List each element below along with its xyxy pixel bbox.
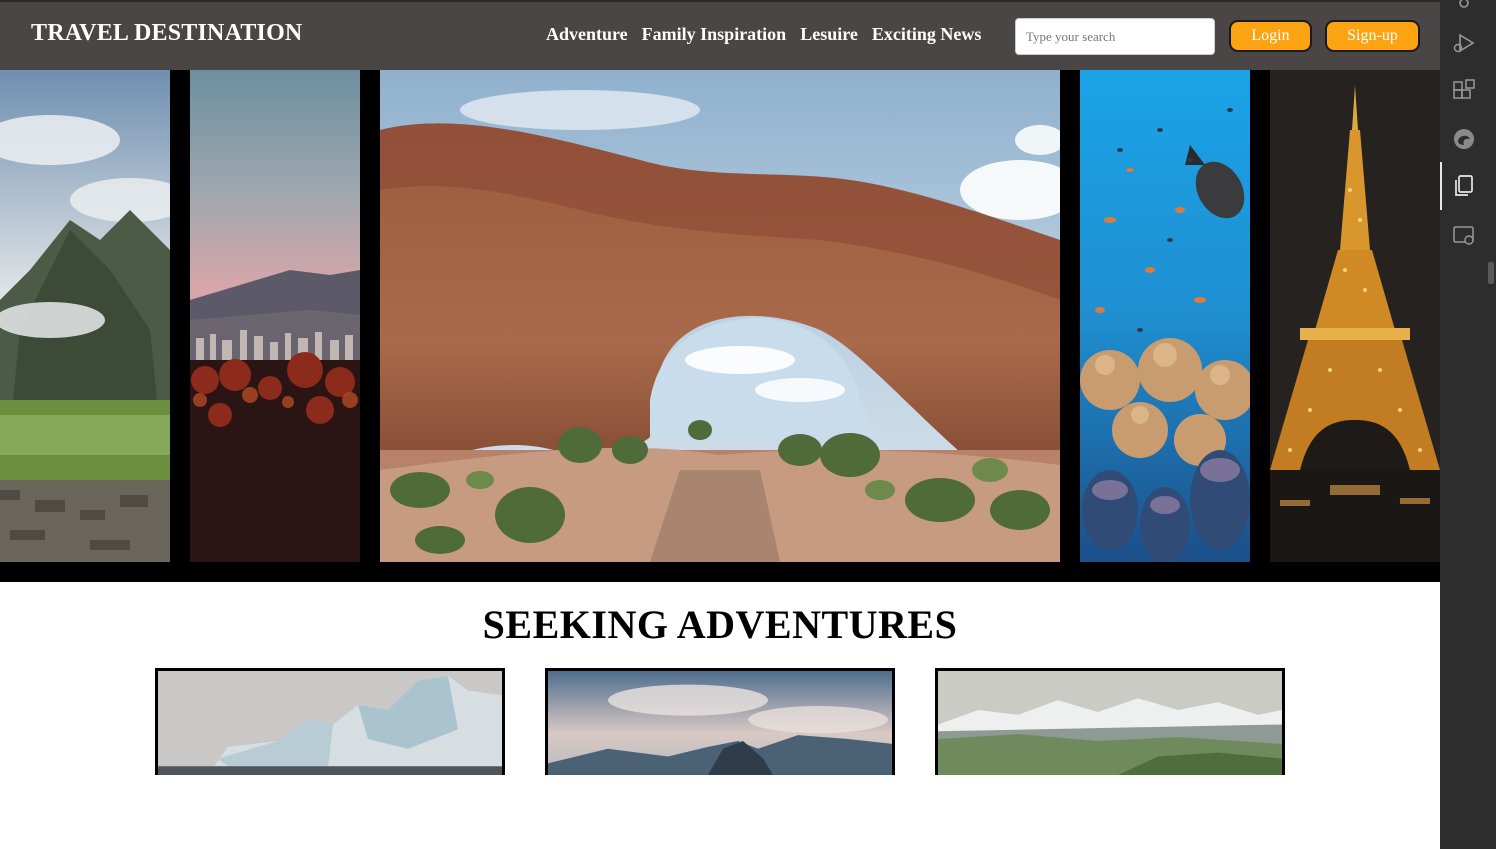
slide-city-sunset[interactable] — [190, 70, 360, 562]
top-navbar: TRAVEL DESTINATION Adventure Family Insp… — [0, 0, 1440, 70]
snowy-range-image — [938, 671, 1282, 775]
remote-window-icon[interactable] — [1451, 222, 1477, 248]
brand-title[interactable]: TRAVEL DESTINATION — [31, 20, 302, 47]
slide-rock-arch[interactable] — [380, 70, 1060, 562]
run-debug-icon[interactable] — [1451, 30, 1477, 56]
mountain-peak-image — [548, 671, 892, 775]
adventure-card-snowy-range[interactable] — [935, 668, 1285, 775]
side-panel-scrollbar[interactable] — [1488, 262, 1494, 284]
city-sunset-image — [190, 70, 360, 562]
settings-icon[interactable] — [1451, 0, 1477, 16]
nav-link-leisure[interactable]: Lesuire — [800, 24, 858, 45]
edge-icon[interactable] — [1451, 126, 1477, 152]
adventure-card-glacier[interactable] — [155, 668, 505, 775]
nav-link-family-inspiration[interactable]: Family Inspiration — [642, 24, 787, 45]
eiffel-tower-image — [1270, 70, 1440, 562]
machu-picchu-image — [0, 70, 170, 562]
rock-arch-image — [380, 70, 1060, 562]
browser-side-panel — [1440, 0, 1496, 849]
main-nav: Adventure Family Inspiration Lesuire Exc… — [546, 24, 981, 45]
slide-coral-reef[interactable] — [1080, 70, 1250, 562]
section-title: SEEKING ADVENTURES — [482, 602, 958, 647]
slide-eiffel-tower[interactable] — [1270, 70, 1440, 562]
glacier-image — [158, 671, 502, 775]
image-slider — [0, 70, 1440, 582]
coral-reef-image — [1080, 70, 1250, 562]
signup-button[interactable]: Sign-up — [1325, 20, 1420, 52]
login-button[interactable]: Login — [1229, 20, 1312, 52]
nav-link-adventure[interactable]: Adventure — [546, 24, 628, 45]
slide-machu-picchu[interactable] — [0, 70, 170, 562]
copy-files-icon[interactable] — [1451, 173, 1477, 199]
active-indicator — [1440, 162, 1442, 210]
nav-link-exciting-news[interactable]: Exciting News — [872, 24, 982, 45]
extensions-icon[interactable] — [1451, 78, 1477, 104]
search-input[interactable] — [1015, 18, 1215, 55]
adventure-card-mountain-peak[interactable] — [545, 668, 895, 775]
